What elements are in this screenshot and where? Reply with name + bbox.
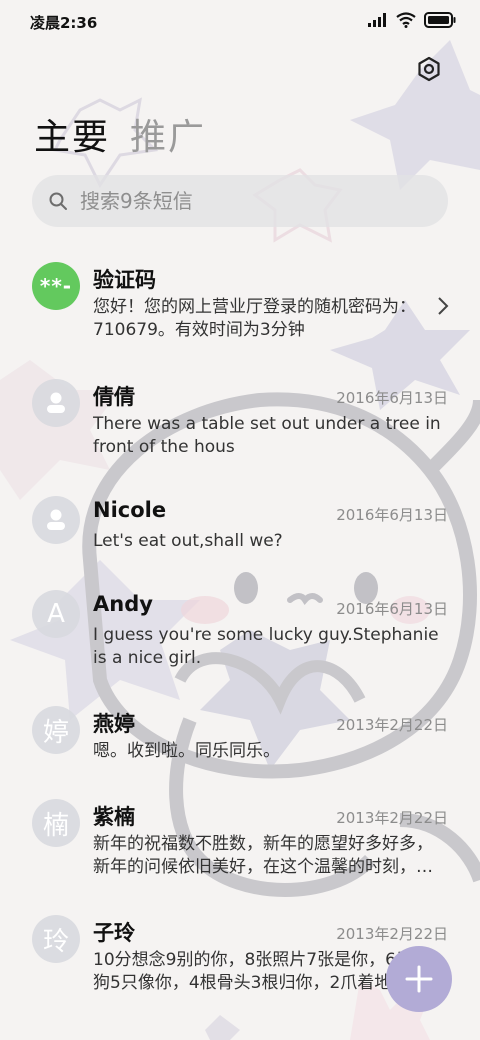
- gear-icon: [418, 56, 440, 82]
- conversation-row[interactable]: A Andy 2016年6月13日 I guess you're some lu…: [0, 586, 480, 686]
- message-date: 2016年6月13日: [336, 506, 448, 524]
- contact-name: 紫楠: [93, 805, 135, 829]
- conversation-row[interactable]: Nicole 2016年6月13日 Let's eat out,shall we…: [0, 492, 480, 572]
- contact-name: Andy: [93, 592, 153, 616]
- signal-icon: [368, 13, 386, 27]
- avatar: 玲: [32, 915, 80, 963]
- search-bar[interactable]: [32, 175, 448, 227]
- avatar: 婷: [32, 706, 80, 754]
- tab-primary[interactable]: 主要: [34, 108, 110, 160]
- avatar: [32, 496, 80, 544]
- message-preview: 嗯。收到啦。同乐同乐。: [93, 741, 280, 761]
- conversation-row[interactable]: 婷 燕婷 2013年2月22日 嗯。收到啦。同乐同乐。: [0, 702, 480, 782]
- avatar: A: [32, 590, 80, 638]
- contact-name: 子玲: [93, 921, 135, 945]
- message-preview: 新年的祝福数不胜数，新年的愿望好多好多，新年的问候依旧美好，在这个温馨的时刻，…: [93, 834, 433, 877]
- status-time: 凌晨2:36: [30, 14, 98, 32]
- avatar: 楠: [32, 799, 80, 847]
- person-icon: [47, 392, 65, 413]
- message-preview: Let's eat out,shall we?: [93, 531, 283, 551]
- message-date: 2013年2月22日: [336, 809, 448, 827]
- avatar: **-: [32, 262, 80, 310]
- person-icon: [47, 509, 65, 530]
- message-date: 2013年2月22日: [336, 925, 448, 943]
- message-date: 2013年2月22日: [336, 716, 448, 734]
- contact-name: 倩倩: [93, 385, 135, 409]
- tab-bar: 主要 推广: [34, 108, 206, 160]
- conversation-row[interactable]: 倩倩 2016年6月13日 There was a table set out …: [0, 375, 480, 475]
- avatar: [32, 379, 80, 427]
- message-preview: 您好！您的网上营业厅登录的随机密码为：710679。有效时间为3分钟: [93, 297, 416, 340]
- wifi-icon: [396, 12, 416, 28]
- compose-button[interactable]: [386, 946, 452, 1012]
- search-icon: [49, 192, 67, 210]
- status-icons: [368, 12, 456, 28]
- contact-name: 燕婷: [93, 712, 135, 736]
- settings-button[interactable]: [416, 56, 442, 82]
- chevron-right-icon[interactable]: [436, 296, 450, 316]
- conversation-row[interactable]: 楠 紫楠 2013年2月22日 新年的祝福数不胜数，新年的愿望好多好多，新年的问…: [0, 795, 480, 895]
- search-input[interactable]: [78, 188, 422, 214]
- message-date: 2016年6月13日: [336, 389, 448, 407]
- conversation-row[interactable]: **- 验证码 您好！您的网上营业厅登录的随机密码为：710679。有效时间为3…: [0, 258, 480, 358]
- plus-icon: [405, 965, 433, 993]
- tab-promotions[interactable]: 推广: [130, 108, 206, 160]
- status-bar: 凌晨2:36: [0, 0, 480, 42]
- contact-name: 验证码: [93, 268, 156, 292]
- message-preview: I guess you're some lucky guy.Stephanie …: [93, 625, 439, 668]
- contact-name: Nicole: [93, 498, 167, 522]
- message-preview: There was a table set out under a tree i…: [93, 414, 441, 457]
- message-date: 2016年6月13日: [336, 600, 448, 618]
- battery-icon: [424, 12, 456, 28]
